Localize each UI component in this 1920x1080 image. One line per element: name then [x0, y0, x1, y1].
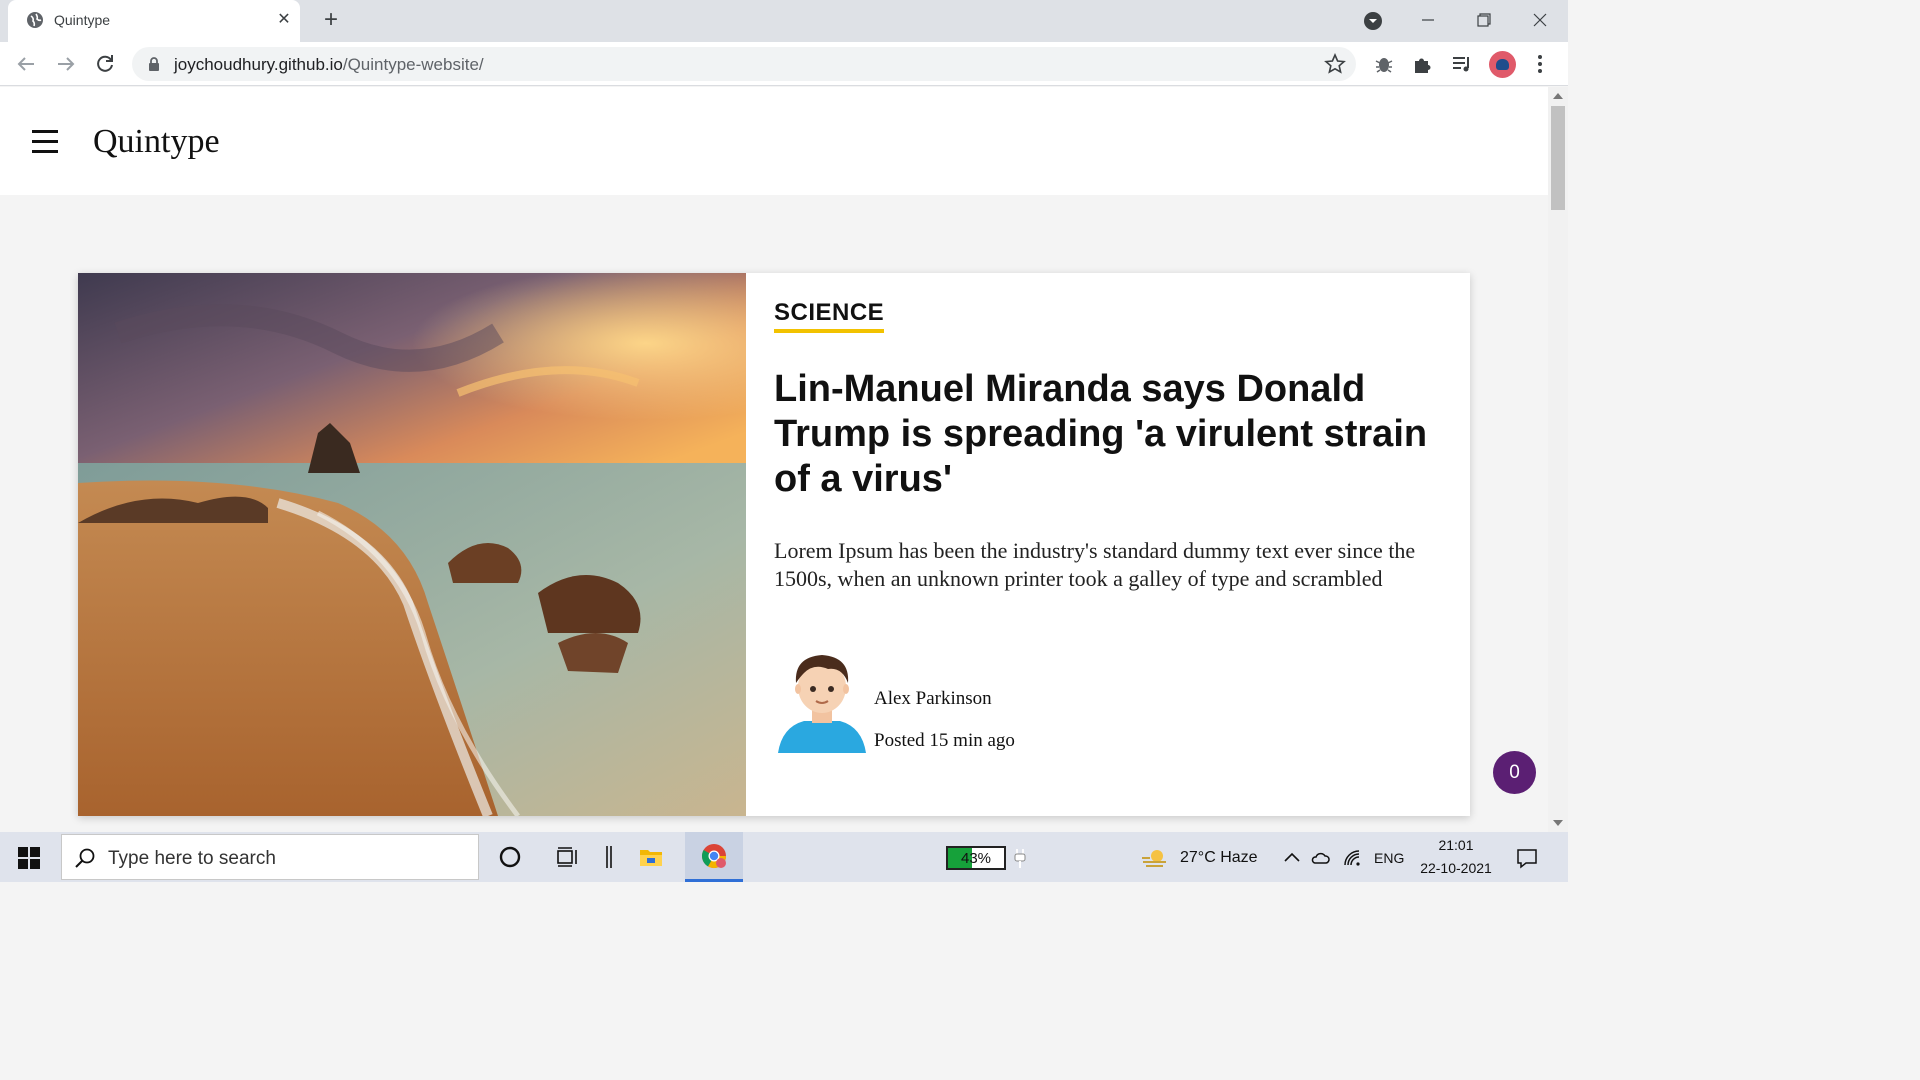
more-menu-icon[interactable]: [1530, 52, 1550, 76]
search-placeholder: Type here to search: [108, 848, 276, 869]
pen-workspace-icon[interactable]: [597, 844, 623, 870]
article-excerpt: Lorem Ipsum has been the industry's stan…: [774, 538, 1416, 591]
tab-title: Quintype: [54, 12, 111, 28]
page-scrollbar[interactable]: [1548, 87, 1568, 832]
article-content: SCIENCE Lin-Manuel Miranda says Donald T…: [774, 273, 1444, 816]
site-header: Quintype: [0, 87, 1548, 195]
browser-tab[interactable]: Quintype ✕: [8, 0, 300, 42]
posted-time: Posted 15 min ago: [874, 730, 1015, 751]
cortana-icon[interactable]: [497, 844, 523, 870]
onedrive-cloud-icon[interactable]: [1310, 848, 1330, 868]
minimize-icon[interactable]: [1414, 6, 1442, 34]
search-icon: [75, 848, 95, 868]
profile-avatar[interactable]: [1489, 51, 1516, 78]
language-indicator[interactable]: ENG: [1374, 850, 1404, 866]
chevron-up-icon[interactable]: [1282, 848, 1302, 868]
article-headline[interactable]: Lin-Manuel Miranda says Donald Trump is …: [774, 367, 1454, 502]
site-logo[interactable]: Quintype: [93, 123, 220, 161]
new-tab-button[interactable]: +: [318, 8, 344, 34]
close-window-icon[interactable]: [1526, 6, 1554, 34]
hero-image-beach[interactable]: [78, 273, 746, 816]
windows-start-icon[interactable]: [18, 847, 40, 869]
url-host: joychoudhury.github.io: [174, 55, 343, 74]
floating-count-button[interactable]: 0: [1493, 751, 1536, 794]
power-plug-icon: [1014, 849, 1026, 868]
clock-time[interactable]: 21:01: [1418, 837, 1494, 853]
url-path: /Quintype-website/: [342, 55, 484, 74]
beach-sunset-illustration: [78, 273, 746, 816]
clock-date[interactable]: 22-10-2021: [1418, 860, 1494, 876]
lock-icon[interactable]: [146, 56, 162, 72]
globe-icon: [27, 12, 43, 28]
back-icon[interactable]: [14, 52, 38, 76]
category-tag[interactable]: SCIENCE: [774, 299, 885, 333]
scrollbar-thumb[interactable]: [1551, 106, 1565, 210]
url-text[interactable]: joychoudhury.github.io/Quintype-website/: [174, 55, 484, 75]
forward-icon[interactable]: [54, 52, 78, 76]
restore-icon[interactable]: [1470, 6, 1498, 34]
scroll-down-arrow-icon[interactable]: [1553, 820, 1563, 826]
weather-text[interactable]: 27°C Haze: [1180, 849, 1258, 867]
reload-icon[interactable]: [93, 52, 117, 76]
close-tab-icon[interactable]: ✕: [274, 10, 294, 30]
featured-article-card[interactable]: SCIENCE Lin-Manuel Miranda says Donald T…: [78, 273, 1470, 816]
scroll-up-arrow-icon[interactable]: [1553, 93, 1563, 99]
notification-center-icon[interactable]: [1516, 847, 1538, 869]
wifi-icon[interactable]: [1342, 848, 1362, 868]
weather-haze-icon[interactable]: [1140, 845, 1170, 871]
windows-taskbar: Type here to search 43% 27°C Haze ENG 21…: [0, 832, 1568, 882]
tab-search-icon[interactable]: [1362, 10, 1384, 32]
page-viewport: Quintype SCIENCE Lin-Manuel Miranda says…: [0, 87, 1548, 832]
battery-percent: 43%: [960, 850, 992, 867]
battery-indicator[interactable]: 43%: [946, 846, 1006, 870]
task-view-icon[interactable]: [555, 844, 581, 870]
media-control-icon[interactable]: [1450, 52, 1474, 76]
bug-extension-icon[interactable]: [1372, 52, 1396, 76]
bookmark-star-icon[interactable]: [1324, 53, 1346, 75]
chrome-taskbar-button[interactable]: [685, 832, 743, 882]
file-explorer-icon[interactable]: [638, 844, 664, 870]
author-name[interactable]: Alex Parkinson: [874, 688, 992, 710]
taskbar-search-input[interactable]: Type here to search: [61, 834, 479, 880]
author-avatar[interactable]: [778, 649, 866, 753]
hamburger-menu-icon[interactable]: [32, 130, 60, 156]
chrome-icon: [701, 844, 726, 869]
tab-strip: Quintype ✕ +: [0, 0, 1568, 42]
browser-toolbar: joychoudhury.github.io/Quintype-website/: [0, 42, 1568, 86]
address-bar[interactable]: joychoudhury.github.io/Quintype-website/: [132, 47, 1356, 81]
extensions-puzzle-icon[interactable]: [1411, 52, 1435, 76]
